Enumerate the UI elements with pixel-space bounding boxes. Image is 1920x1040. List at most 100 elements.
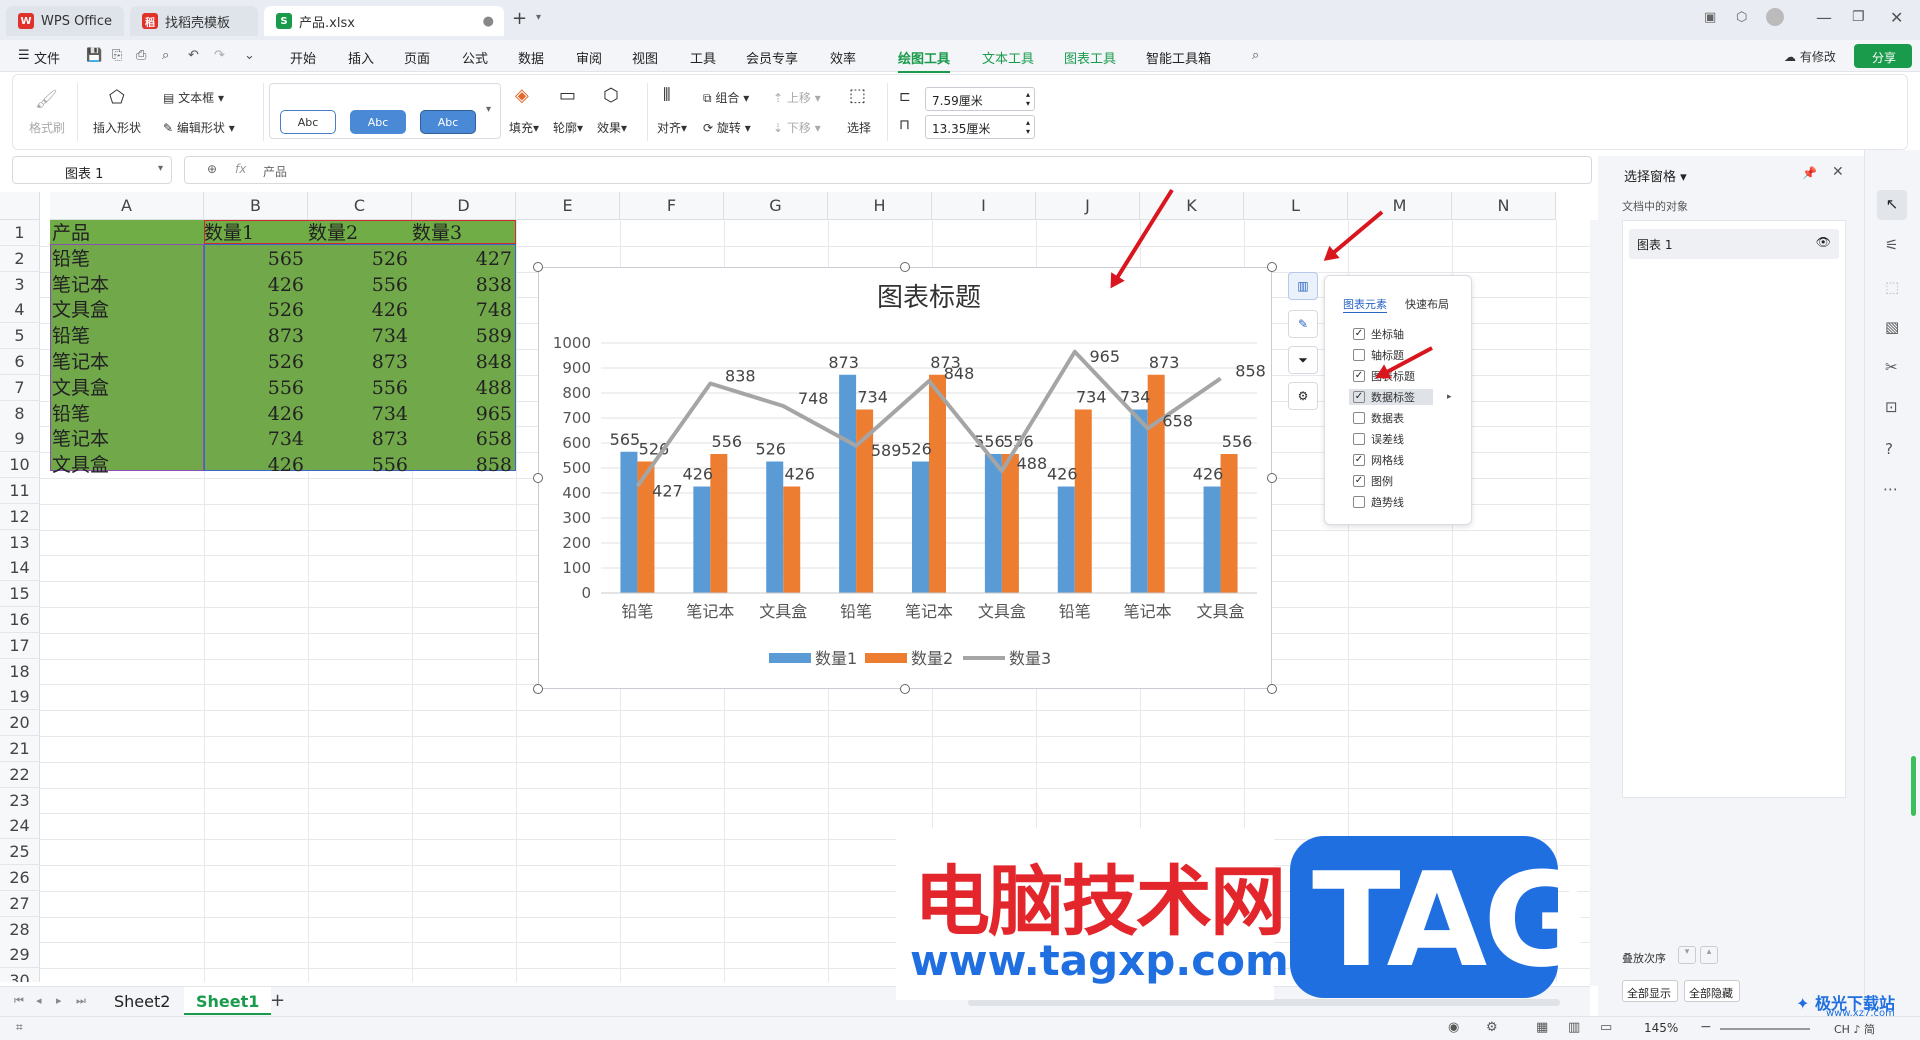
column-header-d[interactable]: D bbox=[412, 192, 516, 220]
order-down-button[interactable]: ▾ bbox=[1678, 946, 1696, 964]
table-cell[interactable]: 873 bbox=[204, 323, 304, 349]
select-all-corner[interactable] bbox=[0, 192, 40, 220]
chevron-down-icon[interactable]: ▾ bbox=[536, 12, 541, 23]
group-button[interactable]: ⧉ 组合 ▾ bbox=[703, 89, 749, 106]
scroll-indicator[interactable] bbox=[1911, 756, 1916, 816]
chart-elements-button[interactable]: ▥ bbox=[1288, 272, 1318, 300]
print-icon[interactable]: ⎙ bbox=[136, 48, 146, 63]
macro-icon[interactable]: ⌗ bbox=[16, 1020, 23, 1035]
menu-home[interactable]: 开始 bbox=[290, 48, 316, 67]
sheet-tab-sheet2[interactable]: Sheet2 bbox=[114, 992, 170, 1011]
format-painter-button[interactable]: 格式刷 bbox=[29, 119, 65, 136]
first-sheet-icon[interactable]: ⏮ bbox=[14, 994, 24, 1008]
export-icon[interactable]: ⎘ bbox=[112, 48, 122, 63]
column-header-j[interactable]: J bbox=[1036, 192, 1140, 220]
row-header-1[interactable]: 1 bbox=[0, 220, 40, 246]
menu-tools[interactable]: 工具 bbox=[690, 48, 716, 67]
image-icon[interactable]: ▧ bbox=[1885, 318, 1899, 336]
row-header-24[interactable]: 24 bbox=[0, 813, 40, 840]
row-header-21[interactable]: 21 bbox=[0, 736, 40, 762]
bring-up-button[interactable]: ⇡ 上移 ▾ bbox=[773, 89, 821, 106]
table-cell[interactable]: 笔记本 bbox=[52, 349, 109, 375]
row-header-14[interactable]: 14 bbox=[0, 555, 40, 582]
menu-smart-toolbox[interactable]: 智能工具箱 bbox=[1146, 48, 1211, 67]
height-input[interactable]: 7.59厘米 ▴ ▾ bbox=[925, 87, 1035, 111]
column-header-n[interactable]: N bbox=[1452, 192, 1556, 220]
pin-icon[interactable]: 📌 bbox=[1802, 166, 1817, 180]
table-header-cell[interactable]: 产品 bbox=[52, 220, 90, 246]
horizontal-scrollbar[interactable] bbox=[968, 999, 1560, 1006]
modified-status[interactable]: ☁ 有修改 bbox=[1784, 48, 1836, 65]
column-header-a[interactable]: A bbox=[50, 192, 204, 220]
table-cell[interactable]: 426 bbox=[204, 401, 304, 427]
zoom-slider[interactable] bbox=[1720, 1028, 1810, 1030]
table-cell[interactable]: 铅笔 bbox=[52, 246, 90, 272]
menu-efficiency[interactable]: 效率 bbox=[830, 48, 856, 67]
column-header-h[interactable]: H bbox=[828, 192, 932, 220]
table-cell[interactable]: 858 bbox=[412, 452, 512, 478]
menu-page[interactable]: 页面 bbox=[404, 48, 430, 67]
row-header-4[interactable]: 4 bbox=[0, 297, 40, 324]
checkbox-icon[interactable]: ✓ bbox=[1353, 370, 1365, 382]
chart-settings-button[interactable]: ⚙ bbox=[1288, 382, 1318, 410]
spin-icon[interactable]: ▴ ▾ bbox=[1026, 118, 1030, 136]
checkbox-icon[interactable]: ✓ bbox=[1353, 454, 1365, 466]
properties-icon[interactable]: ⚟ bbox=[1885, 236, 1898, 254]
table-cell[interactable]: 文具盒 bbox=[52, 375, 109, 401]
chart-element-1[interactable]: 轴标题 bbox=[1353, 347, 1404, 363]
menu-member[interactable]: 会员专享 bbox=[746, 48, 798, 67]
chart-element-0[interactable]: ✓ 坐标轴 bbox=[1353, 326, 1404, 342]
table-cell[interactable]: 734 bbox=[308, 401, 408, 427]
tab-current-file[interactable]: S 产品.xlsx ● bbox=[264, 6, 504, 36]
pointer-icon[interactable]: ↖ bbox=[1877, 190, 1907, 220]
table-cell[interactable]: 铅笔 bbox=[52, 323, 90, 349]
fill-button[interactable]: 填充▾ bbox=[509, 119, 539, 136]
select-button[interactable]: 选择 bbox=[847, 119, 871, 136]
table-cell[interactable]: 426 bbox=[204, 452, 304, 478]
tab-wps-office[interactable]: W WPS Office bbox=[6, 6, 124, 36]
add-sheet-icon[interactable]: + bbox=[270, 990, 285, 1011]
menu-insert[interactable]: 插入 bbox=[348, 48, 374, 67]
menu-drawing-tools[interactable]: 绘图工具 bbox=[898, 48, 951, 73]
cube-icon[interactable]: ⬡ bbox=[1736, 10, 1747, 25]
resize-handle[interactable] bbox=[900, 684, 910, 694]
menu-formula[interactable]: 公式 bbox=[462, 48, 488, 67]
row-header-15[interactable]: 15 bbox=[0, 581, 40, 608]
eye-protect-icon[interactable]: ◉ bbox=[1448, 1020, 1459, 1035]
table-cell[interactable]: 铅笔 bbox=[52, 401, 90, 427]
next-sheet-icon[interactable]: ▸ bbox=[56, 994, 62, 1007]
row-header-19[interactable]: 19 bbox=[0, 684, 40, 711]
insert-shape-button[interactable]: 插入形状 bbox=[93, 119, 141, 136]
spin-icon[interactable]: ▴ ▾ bbox=[1026, 90, 1030, 108]
save-icon[interactable]: 💾 bbox=[86, 48, 102, 63]
more-quick-icon[interactable]: ⌄ bbox=[244, 48, 255, 63]
resize-handle[interactable] bbox=[900, 262, 910, 272]
menu-review[interactable]: 审阅 bbox=[576, 48, 602, 67]
table-cell[interactable]: 526 bbox=[308, 246, 408, 272]
page-break-icon[interactable]: ▭ bbox=[1600, 1020, 1612, 1035]
column-header-i[interactable]: I bbox=[932, 192, 1036, 220]
effect-button[interactable]: 效果▾ bbox=[597, 119, 627, 136]
zoom-level[interactable]: 145% bbox=[1644, 1021, 1678, 1035]
table-cell[interactable]: 426 bbox=[308, 297, 408, 323]
align-button[interactable]: 对齐▾ bbox=[657, 119, 687, 136]
row-header-10[interactable]: 10 bbox=[0, 452, 40, 479]
shape-style-2[interactable]: Abc bbox=[350, 110, 406, 134]
column-header-f[interactable]: F bbox=[620, 192, 724, 220]
table-cell[interactable]: 848 bbox=[412, 349, 512, 375]
combo-chart[interactable]: 图表标题 0 100 200 300 400 500 600 700 800 900 1000 565 5… bbox=[539, 268, 1273, 690]
table-cell[interactable]: 笔记本 bbox=[52, 272, 109, 298]
chart-element-8[interactable]: 趋势线 bbox=[1353, 494, 1404, 510]
chart-element-7[interactable]: ✓ 图例 bbox=[1353, 473, 1393, 489]
name-box[interactable]: 图表 1 ▾ bbox=[12, 156, 172, 184]
checkbox-icon[interactable]: ✓ bbox=[1353, 475, 1365, 487]
resize-handle[interactable] bbox=[1267, 473, 1277, 483]
checkbox-icon[interactable] bbox=[1353, 433, 1365, 445]
table-cell[interactable]: 965 bbox=[412, 401, 512, 427]
resize-handle[interactable] bbox=[1267, 262, 1277, 272]
fx-icon[interactable]: fx bbox=[235, 162, 246, 176]
row-header-17[interactable]: 17 bbox=[0, 632, 40, 659]
row-header-25[interactable]: 25 bbox=[0, 839, 40, 866]
table-cell[interactable]: 873 bbox=[308, 426, 408, 452]
column-header-g[interactable]: G bbox=[724, 192, 828, 220]
